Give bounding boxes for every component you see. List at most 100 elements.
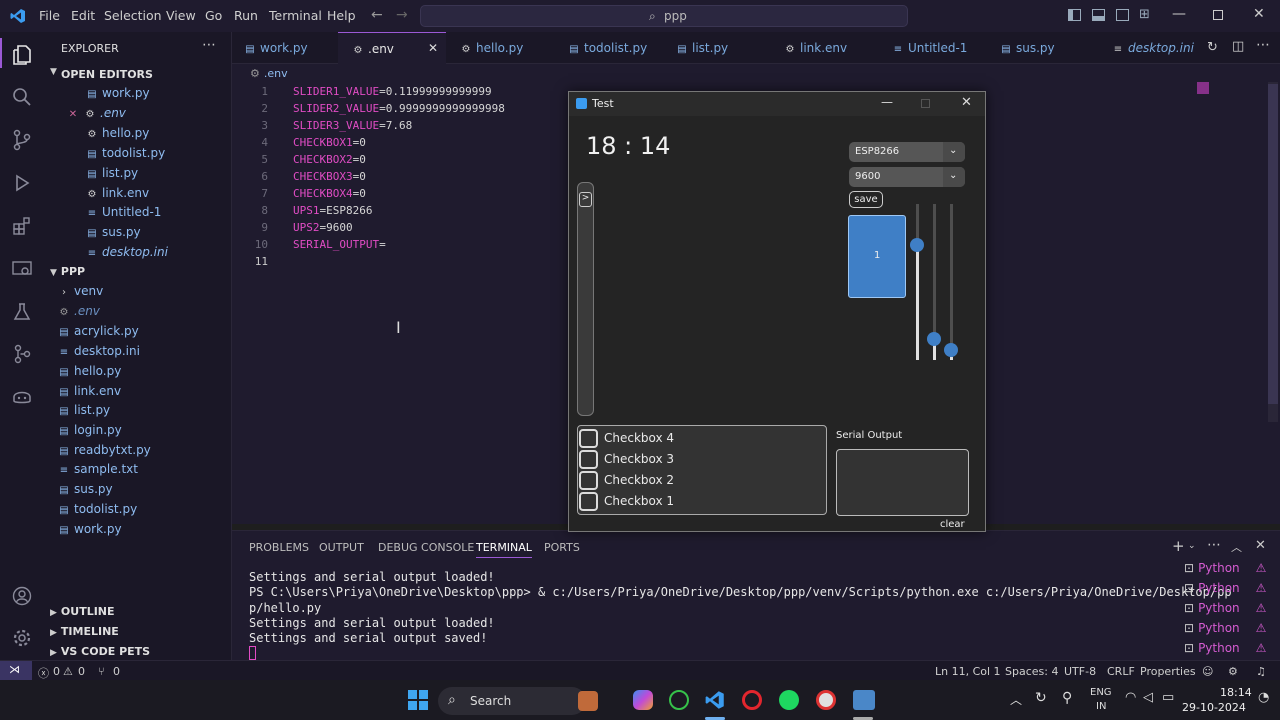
tab-list-py[interactable]: ▤ list.py xyxy=(662,32,770,64)
line-ending[interactable]: CRLF xyxy=(1107,665,1135,678)
slider3-track[interactable] xyxy=(944,204,958,360)
menu-help[interactable]: Help xyxy=(327,8,356,23)
open-editor-list-py[interactable]: ▤ list.py xyxy=(86,166,138,180)
clock-time[interactable]: 18:14 xyxy=(1220,686,1252,699)
spotify-icon[interactable] xyxy=(779,690,799,710)
tab-env[interactable]: ⚙ .env ✕ xyxy=(338,32,446,64)
tab-problems[interactable]: PROBLEMS xyxy=(249,541,309,554)
slider3-handle[interactable] xyxy=(944,343,958,357)
copilot-app-icon[interactable] xyxy=(633,690,653,710)
indentation[interactable]: Spaces: 4 xyxy=(1005,665,1058,678)
project-header[interactable]: ▼ PPP xyxy=(50,264,85,278)
customize-layout-icon[interactable]: ⊞ xyxy=(1139,7,1150,22)
notifications-bell-icon[interactable]: ◔ xyxy=(1258,690,1269,705)
warning-icon[interactable]: ⚠ xyxy=(63,665,73,678)
menu-edit[interactable]: Edit xyxy=(71,8,95,23)
command-center-search[interactable]: ⌕ ppp xyxy=(420,5,908,27)
encoding[interactable]: UTF-8 xyxy=(1064,665,1096,678)
test-window[interactable]: Test — ✕ 18 : 14 ESP8266 ⌄ 9600 ⌄ save 1 >… xyxy=(568,91,986,532)
file-env[interactable]: ⚙ .env xyxy=(58,304,100,318)
tab-todolist-py[interactable]: ▤ todolist.py xyxy=(554,32,662,64)
close-icon[interactable]: ✕ xyxy=(961,95,972,110)
minimap[interactable] xyxy=(1197,82,1209,94)
forward-arrow-icon[interactable]: → xyxy=(396,7,408,23)
minimize-icon[interactable]: — xyxy=(881,95,893,109)
slider2-handle[interactable] xyxy=(927,332,941,346)
file-todolist-py[interactable]: ▤ todolist.py xyxy=(58,502,137,516)
language-mode[interactable]: Properties xyxy=(1140,665,1196,678)
tab-hello-py[interactable]: ⚙ hello.py xyxy=(446,32,554,64)
clear-button[interactable]: clear xyxy=(940,519,965,530)
microphone-icon[interactable]: ⚲ xyxy=(1062,690,1072,706)
language-in[interactable]: IN xyxy=(1096,701,1106,712)
open-editor-link-env[interactable]: ⚙ link.env xyxy=(86,186,150,200)
serial-output-textbox[interactable] xyxy=(836,449,969,516)
open-editor-env[interactable]: ✕ ⚙ .env xyxy=(66,106,126,120)
open-editors-header[interactable]: OPEN EDITORS xyxy=(61,68,153,81)
device-dropdown[interactable]: ESP8266 ⌄ xyxy=(849,142,965,162)
minimize-icon[interactable]: — xyxy=(1172,6,1186,22)
code-line[interactable]: SLIDER1_VALUE=0.11999999999999 xyxy=(293,85,492,98)
menu-selection[interactable]: Selection xyxy=(104,8,162,23)
menu-view[interactable]: View xyxy=(166,8,196,23)
tab-desktop-ini[interactable]: ≡ desktop.ini xyxy=(1102,32,1202,64)
close-icon[interactable]: ✕ xyxy=(66,109,80,120)
terminal-cursor[interactable] xyxy=(249,646,256,660)
ports-count[interactable]: 0 xyxy=(113,665,120,678)
close-tab-icon[interactable]: ✕ xyxy=(428,41,438,55)
remote-indicator[interactable]: ⋊ xyxy=(0,661,32,680)
clock-date[interactable]: 29-10-2024 xyxy=(1182,701,1246,714)
code-line[interactable]: CHECKBOX2=0 xyxy=(293,153,366,166)
scrollbar-thumb[interactable] xyxy=(1268,84,1278,404)
code-line[interactable]: SLIDER2_VALUE=0.9999999999999998 xyxy=(293,102,505,115)
more-actions-icon[interactable]: ⋯ xyxy=(1256,37,1270,53)
tab-link-env[interactable]: ⚙ link.env xyxy=(770,32,878,64)
search-icon[interactable] xyxy=(12,87,32,107)
windows-start-icon[interactable] xyxy=(408,690,428,710)
chevron-up-icon[interactable]: ︿ xyxy=(1010,691,1022,708)
toggle-panel-icon[interactable] xyxy=(1092,9,1105,21)
error-icon[interactable]: ⓧ xyxy=(38,665,49,681)
source-control-icon[interactable] xyxy=(12,129,32,151)
cloud-sync-icon[interactable]: ↻ xyxy=(1035,690,1047,706)
open-editor-todolist-py[interactable]: ▤ todolist.py xyxy=(86,146,165,160)
file-hello-py[interactable]: ▤ hello.py xyxy=(58,364,121,378)
remote-explorer-icon[interactable] xyxy=(12,260,32,278)
code-line[interactable]: SERIAL_OUTPUT= xyxy=(293,238,386,251)
chrome-icon[interactable] xyxy=(816,690,836,710)
python-app-icon[interactable] xyxy=(853,690,875,710)
terminal-session[interactable]: ⊡ Python ⚠ xyxy=(1184,621,1266,635)
file-link-env[interactable]: ▤ link.env xyxy=(58,384,121,398)
outline-section[interactable]: ▶ OUTLINE xyxy=(50,604,115,618)
checkbox-1[interactable]: Checkbox 1 xyxy=(579,492,674,511)
file-work-py[interactable]: ▤ work.py xyxy=(58,522,121,536)
checkbox-square[interactable] xyxy=(579,429,598,448)
checkbox-square[interactable] xyxy=(579,492,598,511)
checkbox-4[interactable]: Checkbox 4 xyxy=(579,429,674,448)
slider1-handle[interactable] xyxy=(910,238,924,252)
toggle-sidebar-icon[interactable] xyxy=(1068,9,1081,21)
file-desktop-ini[interactable]: ≡ desktop.ini xyxy=(58,344,140,358)
open-editor-sus-py[interactable]: ▤ sus.py xyxy=(86,225,140,239)
tab-output[interactable]: OUTPUT xyxy=(319,541,364,554)
slider2-track[interactable] xyxy=(927,204,941,360)
checkbox-2[interactable]: Checkbox 2 xyxy=(579,471,674,490)
file-list-py[interactable]: ▤ list.py xyxy=(58,403,110,417)
open-editor-desktop-ini[interactable]: ≡ desktop.ini xyxy=(86,245,168,259)
vscode-taskbar-icon[interactable] xyxy=(705,690,725,710)
back-arrow-icon[interactable]: ← xyxy=(371,7,383,23)
ports-icon[interactable]: ⑂ xyxy=(98,665,105,678)
language-eng[interactable]: ENG xyxy=(1090,687,1112,698)
terminal-session[interactable]: ⊡ Python ⚠ xyxy=(1184,641,1266,655)
chevron-down-icon[interactable]: ▼ xyxy=(50,67,57,77)
baud-dropdown[interactable]: 9600 ⌄ xyxy=(849,167,965,187)
copilot-icon[interactable] xyxy=(11,387,33,405)
warning-count[interactable]: 0 xyxy=(78,665,85,678)
terminal-session[interactable]: ⊡ Python ⚠ xyxy=(1184,581,1266,595)
opera-icon[interactable] xyxy=(742,690,762,710)
checkbox-3[interactable]: Checkbox 3 xyxy=(579,450,674,469)
slider1-track[interactable] xyxy=(910,204,924,360)
tab-work-py[interactable]: ▤ work.py xyxy=(232,32,338,64)
taskbar-search[interactable]: ⌕ Search xyxy=(438,687,598,715)
menu-go[interactable]: Go xyxy=(205,8,222,23)
